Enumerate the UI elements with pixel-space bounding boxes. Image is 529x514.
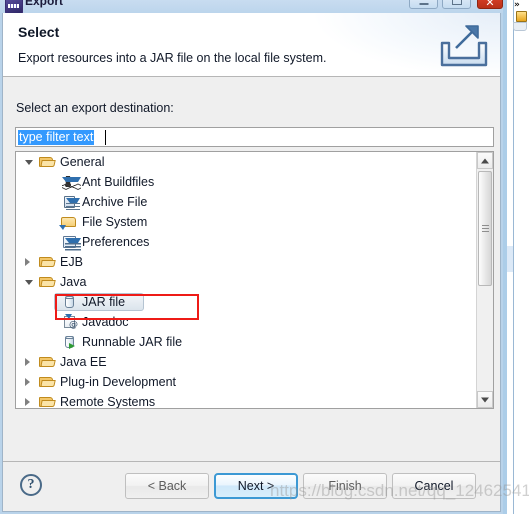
tree-item-runnable-jar-file[interactable]: Runnable JAR file xyxy=(16,332,477,352)
tree-item-label: General xyxy=(60,155,105,169)
folder-open-icon xyxy=(39,275,55,289)
eclipse-icon xyxy=(5,0,23,14)
tree-item-label: Java xyxy=(60,275,87,289)
folder-open-icon xyxy=(39,355,55,369)
tree-item-label: Plug-in Development xyxy=(60,375,177,389)
chevron-right-icon[interactable] xyxy=(25,358,30,366)
triangle-down-icon xyxy=(481,397,489,402)
dialog-header: Select Export resources into a JAR file … xyxy=(3,13,500,77)
tree-item-remote-systems[interactable]: Remote Systems xyxy=(16,392,477,408)
scroll-up-button[interactable] xyxy=(477,152,493,169)
scroll-down-button[interactable] xyxy=(477,391,493,408)
tree-item-label: JAR file xyxy=(82,295,126,309)
close-icon: ✕ xyxy=(485,0,495,9)
folder-open-icon xyxy=(39,375,55,389)
close-button[interactable]: ✕ xyxy=(477,0,503,9)
tree-item-jar-file[interactable]: JAR file xyxy=(16,292,477,312)
background-ide-panel xyxy=(513,0,529,514)
folder-icon xyxy=(59,215,77,230)
scrollbar-thumb[interactable] xyxy=(478,171,492,286)
cancel-button[interactable]: Cancel xyxy=(392,473,476,499)
background-tab[interactable] xyxy=(513,22,527,31)
triangle-up-icon xyxy=(481,158,489,163)
export-wizard-icon xyxy=(440,25,488,67)
runnable-jar-icon xyxy=(61,335,77,349)
button-bar: ? < Back Next > Finish Cancel xyxy=(3,462,500,511)
folder-open-icon xyxy=(39,255,55,269)
tree-item-label: Preferences xyxy=(82,235,150,249)
dialog-body: Select Export resources into a JAR file … xyxy=(2,13,501,512)
tree-item-label: Runnable JAR file xyxy=(82,335,183,349)
tree-item-label: Java EE xyxy=(60,355,107,369)
tree-item-label: Ant Buildfiles xyxy=(82,175,155,189)
play-icon xyxy=(69,343,75,349)
tree-item-archive-file[interactable]: Archive File xyxy=(16,192,477,212)
ant-icon xyxy=(61,175,81,191)
tree-list: General Ant Buildfiles Archive File File Sy… xyxy=(16,152,477,408)
tree-item-javadoc[interactable]: Javadoc xyxy=(16,312,477,332)
chevron-down-icon[interactable] xyxy=(25,160,33,165)
dialog-content: Select an export destination: type filte… xyxy=(3,77,500,511)
chevron-down-icon[interactable] xyxy=(25,280,33,285)
help-button[interactable]: ? xyxy=(20,474,42,496)
tree-item-label: EJB xyxy=(60,255,83,269)
window-title: Export xyxy=(25,0,64,8)
tree-item-preferences[interactable]: Preferences xyxy=(16,232,477,252)
archive-file-icon xyxy=(61,195,80,211)
minimize-button[interactable] xyxy=(409,0,438,9)
jar-file-icon xyxy=(61,295,77,309)
chevron-right-icon[interactable] xyxy=(25,398,30,406)
warning-icon xyxy=(516,11,527,22)
back-button[interactable]: < Back xyxy=(125,473,209,499)
tree-item-label: File System xyxy=(82,215,148,229)
folder-open-icon xyxy=(39,155,55,169)
tree-item-ant-buildfiles[interactable]: Ant Buildfiles xyxy=(16,172,477,192)
tree-item-plug-in-development[interactable]: Plug-in Development xyxy=(16,372,477,392)
tree-item-label: Archive File xyxy=(82,195,148,209)
maximize-button[interactable] xyxy=(442,0,471,9)
minimize-icon xyxy=(419,3,428,5)
text-caret xyxy=(105,130,106,145)
tree-item-java[interactable]: Java xyxy=(16,272,477,292)
preferences-icon xyxy=(61,235,81,251)
page-title: Select xyxy=(18,24,60,40)
tree-item-label: Remote Systems xyxy=(60,395,156,408)
chevron-right-icon[interactable] xyxy=(25,258,30,266)
next-button[interactable]: Next > xyxy=(214,473,298,499)
tree-item-java-ee[interactable]: Java EE xyxy=(16,352,477,372)
export-destination-tree[interactable]: General Ant Buildfiles Archive File File Sy… xyxy=(15,151,494,409)
chevron-double-right-icon[interactable]: » xyxy=(514,1,520,10)
tree-scrollbar[interactable] xyxy=(476,152,493,408)
chevron-right-icon[interactable] xyxy=(25,378,30,386)
tree-item-file-system[interactable]: File System xyxy=(16,212,477,232)
export-dialog-window: Export ✕ Select Export resources into a … xyxy=(0,0,507,514)
tree-item-general[interactable]: General xyxy=(16,152,477,172)
tree-item-label: Javadoc xyxy=(82,315,129,329)
maximize-icon xyxy=(451,0,462,5)
filter-input-value: type filter text xyxy=(18,130,95,145)
filter-input[interactable]: type filter text xyxy=(15,127,494,147)
destination-label: Select an export destination: xyxy=(16,101,174,115)
javadoc-icon xyxy=(61,314,77,329)
page-description: Export resources into a JAR file on the … xyxy=(18,51,327,65)
folder-open-icon xyxy=(39,395,55,408)
title-bar[interactable]: Export ✕ xyxy=(0,0,503,14)
finish-button[interactable]: Finish xyxy=(303,473,387,499)
tree-item-ejb[interactable]: EJB xyxy=(16,252,477,272)
